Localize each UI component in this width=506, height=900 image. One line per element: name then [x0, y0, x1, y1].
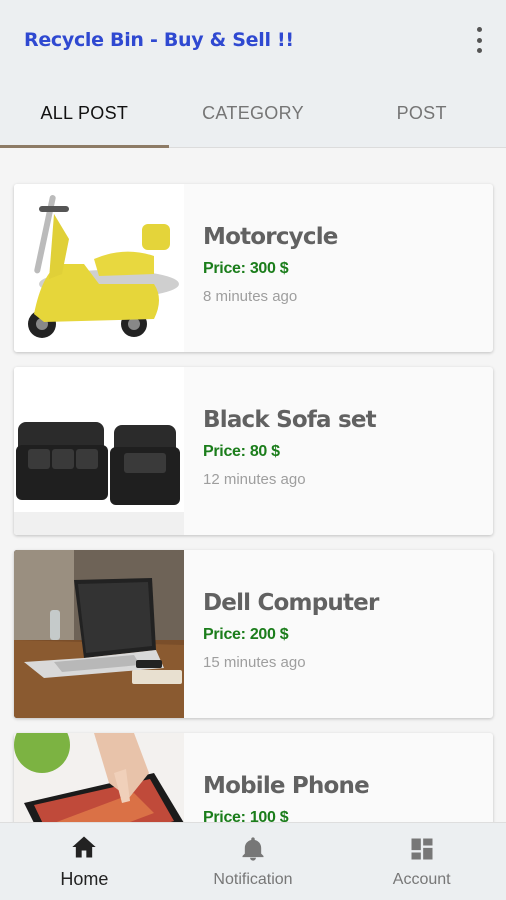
nav-account[interactable]: Account	[337, 823, 506, 900]
post-time: 15 minutes ago	[203, 654, 306, 671]
more-vert-icon[interactable]	[474, 27, 484, 53]
post-card-computer[interactable]: Dell Computer Price: 200 $ 15 minutes ag…	[14, 550, 493, 718]
home-icon	[72, 836, 96, 858]
nav-label: Home	[60, 869, 109, 889]
post-time: 12 minutes ago	[203, 471, 306, 488]
bell-icon	[242, 836, 264, 861]
post-price: Price: 100 $	[203, 809, 289, 822]
post-title: Dell Computer	[203, 590, 379, 616]
app-bar: Recycle Bin - Buy & Sell !!	[0, 0, 506, 80]
sofa-image	[14, 367, 184, 535]
scooter-image	[14, 184, 184, 352]
dashboard-icon	[411, 838, 433, 859]
tab-category[interactable]: CATEGORY	[169, 80, 338, 147]
nav-home[interactable]: Home	[0, 823, 169, 900]
nav-label: Notification	[213, 870, 293, 888]
post-card-motorcycle[interactable]: Motorcycle Price: 300 $ 8 minutes ago	[14, 184, 493, 352]
bottom-navigation: Home Notification Account	[0, 822, 506, 900]
post-price: Price: 80 $	[203, 443, 280, 460]
post-title: Motorcycle	[203, 224, 338, 250]
phone-image	[14, 733, 184, 822]
tab-post[interactable]: POST	[337, 80, 506, 147]
nav-label: Account	[392, 870, 451, 888]
post-title: Mobile Phone	[203, 773, 370, 799]
post-price: Price: 300 $	[203, 260, 289, 277]
tab-bar: ALL POST CATEGORY POST	[0, 80, 506, 148]
tab-all-post[interactable]: ALL POST	[0, 80, 169, 148]
laptop-image	[14, 550, 184, 718]
post-feed[interactable]: Motorcycle Price: 300 $ 8 minutes ago Bl…	[0, 148, 506, 822]
post-time: 8 minutes ago	[203, 288, 298, 305]
post-title: Black Sofa set	[203, 407, 377, 433]
nav-notification[interactable]: Notification	[169, 823, 338, 900]
app-title: Recycle Bin - Buy & Sell !!	[24, 29, 294, 51]
post-card-phone[interactable]: Mobile Phone Price: 100 $	[14, 733, 493, 822]
post-card-sofa[interactable]: Black Sofa set Price: 80 $ 12 minutes ag…	[14, 367, 493, 535]
post-price: Price: 200 $	[203, 626, 289, 643]
